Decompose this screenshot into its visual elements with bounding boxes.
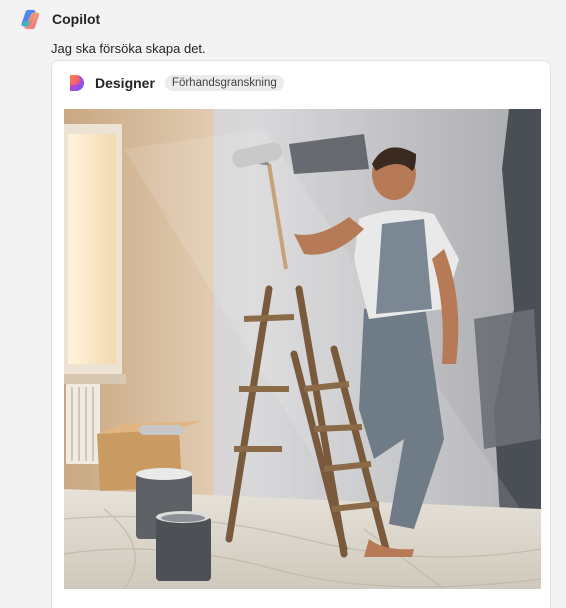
designer-card-header: Designer Förhandsgranskning (67, 73, 284, 93)
assistant-name: Copilot (52, 11, 101, 27)
chat-view: Copilot Jag ska försöka skapa det. Desig… (0, 0, 566, 608)
designer-title: Designer (95, 75, 155, 91)
copilot-logo-icon (21, 9, 40, 30)
designer-logo-icon (70, 75, 84, 91)
designer-card: Designer Förhandsgranskning (51, 60, 551, 608)
message-text: Jag ska försöka skapa det. (51, 41, 206, 56)
message-header: Copilot (20, 8, 100, 30)
preview-badge: Förhandsgranskning (164, 75, 284, 91)
generated-image[interactable] (64, 109, 541, 589)
